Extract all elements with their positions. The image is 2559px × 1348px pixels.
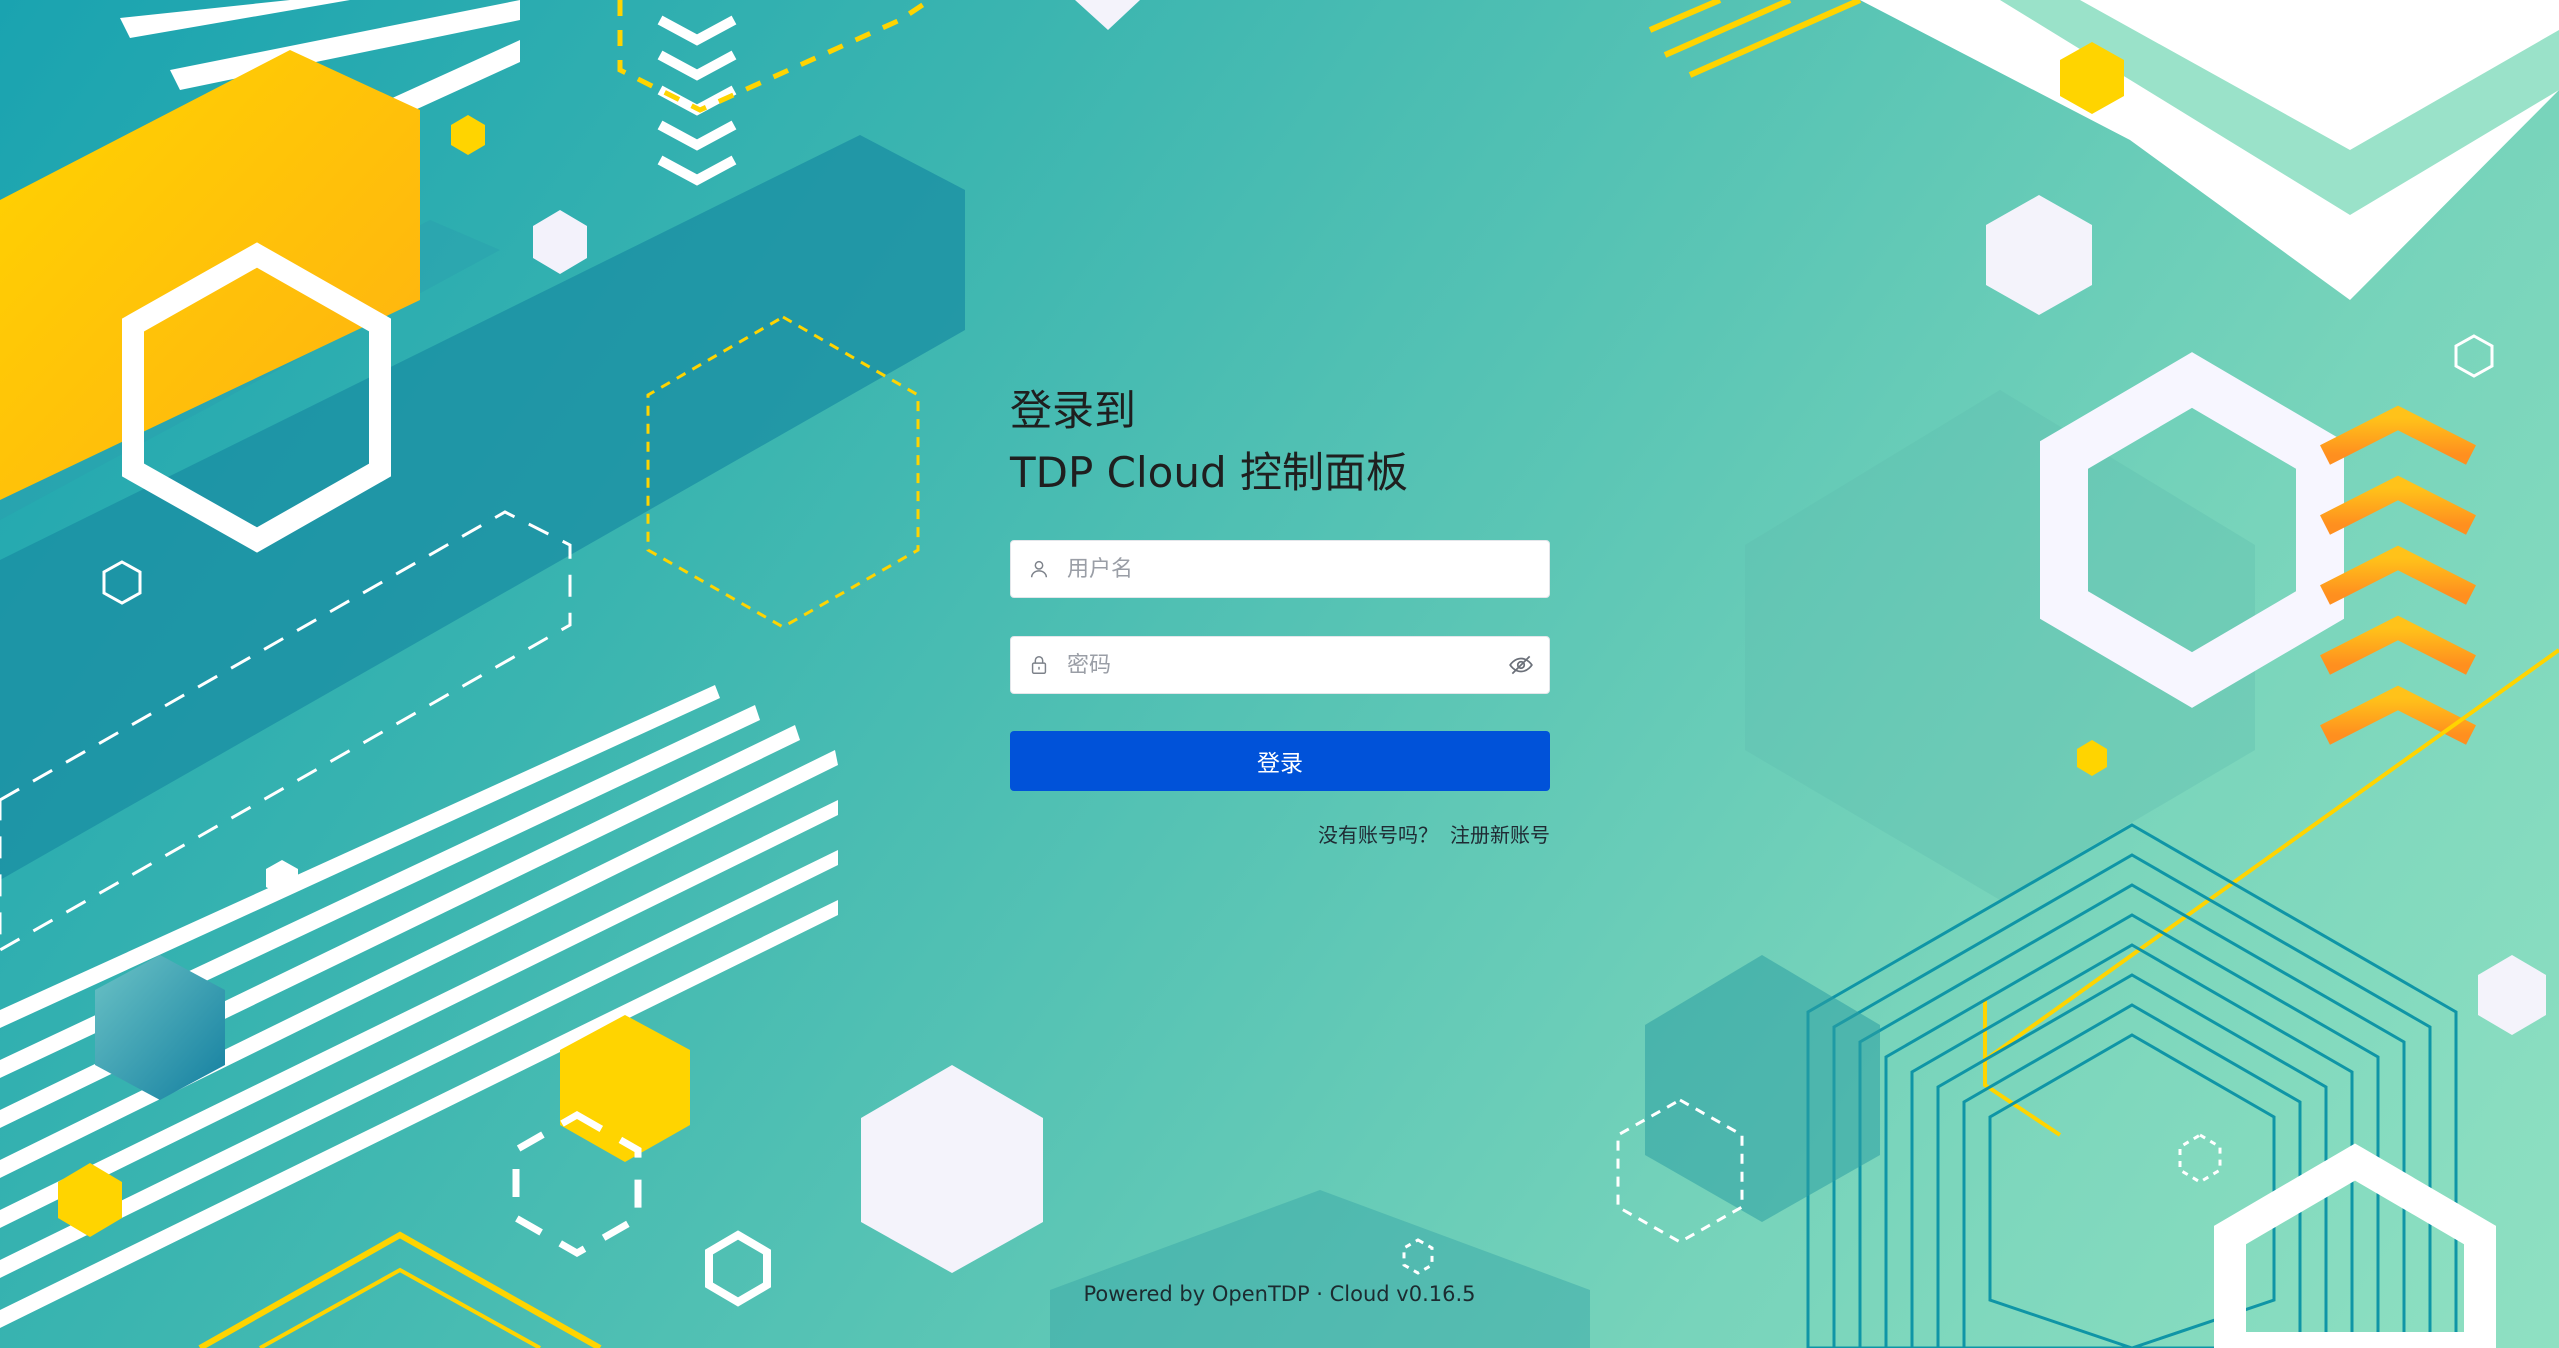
username-input[interactable] — [1067, 541, 1549, 597]
login-button[interactable]: 登录 — [1010, 731, 1550, 791]
no-account-text: 没有账号吗？ — [1318, 823, 1438, 847]
register-link[interactable]: 注册新账号 — [1450, 823, 1550, 847]
eye-off-icon[interactable] — [1493, 652, 1549, 678]
title-line-2: TDP Cloud 控制面板 — [1010, 448, 1408, 497]
lock-icon — [1011, 654, 1067, 676]
password-field[interactable] — [1010, 636, 1550, 694]
footer-text: Powered by OpenTDP · Cloud v0.16.5 — [1083, 1282, 1476, 1306]
register-row: 没有账号吗？ 注册新账号 — [1010, 819, 1550, 848]
user-icon — [1011, 558, 1067, 580]
username-field[interactable] — [1010, 540, 1550, 598]
login-title: 登录到 TDP Cloud 控制面板 — [1010, 380, 1550, 504]
password-input[interactable] — [1067, 637, 1493, 693]
login-form: 登录到 TDP Cloud 控制面板 用户名 登录 没有账号吗？ 注册新账号 — [1010, 380, 1550, 848]
title-line-1: 登录到 — [1010, 386, 1137, 435]
